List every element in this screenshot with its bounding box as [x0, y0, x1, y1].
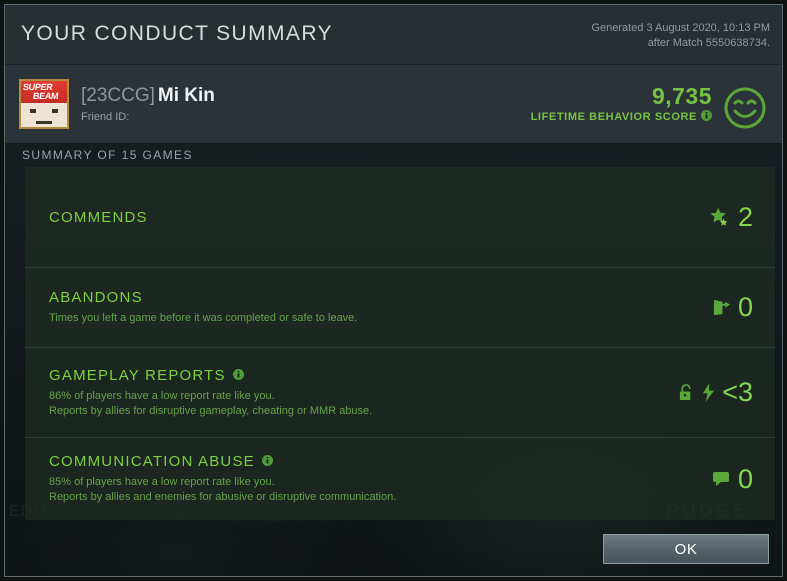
generated-timestamp: Generated 3 August 2020, 10:13 PM [591, 22, 770, 34]
summary-rows-panel: COMMENDS 2 ABANDONS Times you left a gam… [25, 167, 775, 520]
behavior-score-block: 9,735 LIFETIME BEHAVIOR SCORE [531, 83, 712, 124]
summary-row-commends: COMMENDS 2 [25, 167, 775, 268]
lightning-bolt-icon [702, 383, 715, 402]
star-icon [709, 206, 731, 228]
row-value-commends: 2 [737, 201, 753, 232]
summary-header: SUMMARY OF 15 GAMES [22, 148, 193, 162]
row-sub-abandons: Times you left a game before it was comp… [49, 312, 358, 324]
speech-bubble-icon [712, 471, 731, 487]
door-exit-icon [712, 298, 731, 317]
lock-icon [678, 383, 695, 402]
profile-bar: SUPER BEAM [23CCG] Mi Kin Friend ID: 9,73… [5, 65, 782, 143]
generated-info: Generated 3 August 2020, 10:13 PM after … [591, 21, 770, 51]
row-title-abandons: ABANDONS [49, 289, 143, 306]
behavior-score-value: 9,735 [651, 83, 712, 109]
avatar-eye-left [30, 109, 36, 113]
behavior-score-label: LIFETIME BEHAVIOR SCORE [530, 111, 697, 123]
row-sub2-communication-abuse: Reports by allies and enemies for abusiv… [49, 491, 397, 503]
row-sub1-communication-abuse: 85% of players have a low report rate li… [49, 476, 275, 488]
row-sub2-gameplay-reports: Reports by allies for disruptive gamepla… [49, 404, 373, 417]
info-icon[interactable] [701, 110, 712, 124]
info-icon[interactable] [261, 453, 273, 470]
info-icon[interactable] [232, 367, 244, 384]
ok-button[interactable]: OK [603, 534, 769, 564]
row-value-abandons: 0 [737, 292, 753, 322]
row-title-gameplay-reports: GAMEPLAY REPORTS [49, 366, 226, 384]
avatar-mouth [36, 121, 52, 124]
window-frame: PUDGE Updated 3 August 2020, 10:13 PM ED… [4, 4, 783, 577]
avatar-eye-right [52, 109, 58, 113]
profile-name-line: [23CCG] Mi Kin [81, 85, 215, 107]
row-value-communication-abuse: 0 [737, 463, 753, 494]
avatar-word-bottom: BEAM [32, 91, 60, 101]
clan-tag: [23CCG] [81, 85, 155, 106]
summary-row-gameplay-reports: GAMEPLAY REPORTS 86% of players have a l… [25, 348, 775, 438]
friend-id-label: Friend ID: [81, 111, 130, 123]
row-value-gameplay-reports: <3 [722, 377, 753, 407]
generated-match: after Match 5550638734. [647, 37, 770, 49]
title-bar: YOUR CONDUCT SUMMARY Generated 3 August … [5, 5, 782, 65]
page-title: YOUR CONDUCT SUMMARY [21, 22, 333, 45]
avatar[interactable]: SUPER BEAM [19, 79, 69, 129]
summary-row-communication-abuse: COMMUNICATION ABUSE 85% of players have … [25, 438, 775, 520]
row-sub1-gameplay-reports: 86% of players have a low report rate li… [49, 389, 275, 402]
conduct-summary-window: PUDGE Updated 3 August 2020, 10:13 PM ED… [0, 0, 787, 581]
row-title-commends: COMMENDS [49, 208, 148, 226]
player-name: Mi Kin [157, 85, 215, 106]
row-title-communication-abuse: COMMUNICATION ABUSE [49, 453, 255, 470]
smiley-face-icon [724, 87, 766, 129]
summary-row-abandons: ABANDONS Times you left a game before it… [25, 268, 775, 348]
